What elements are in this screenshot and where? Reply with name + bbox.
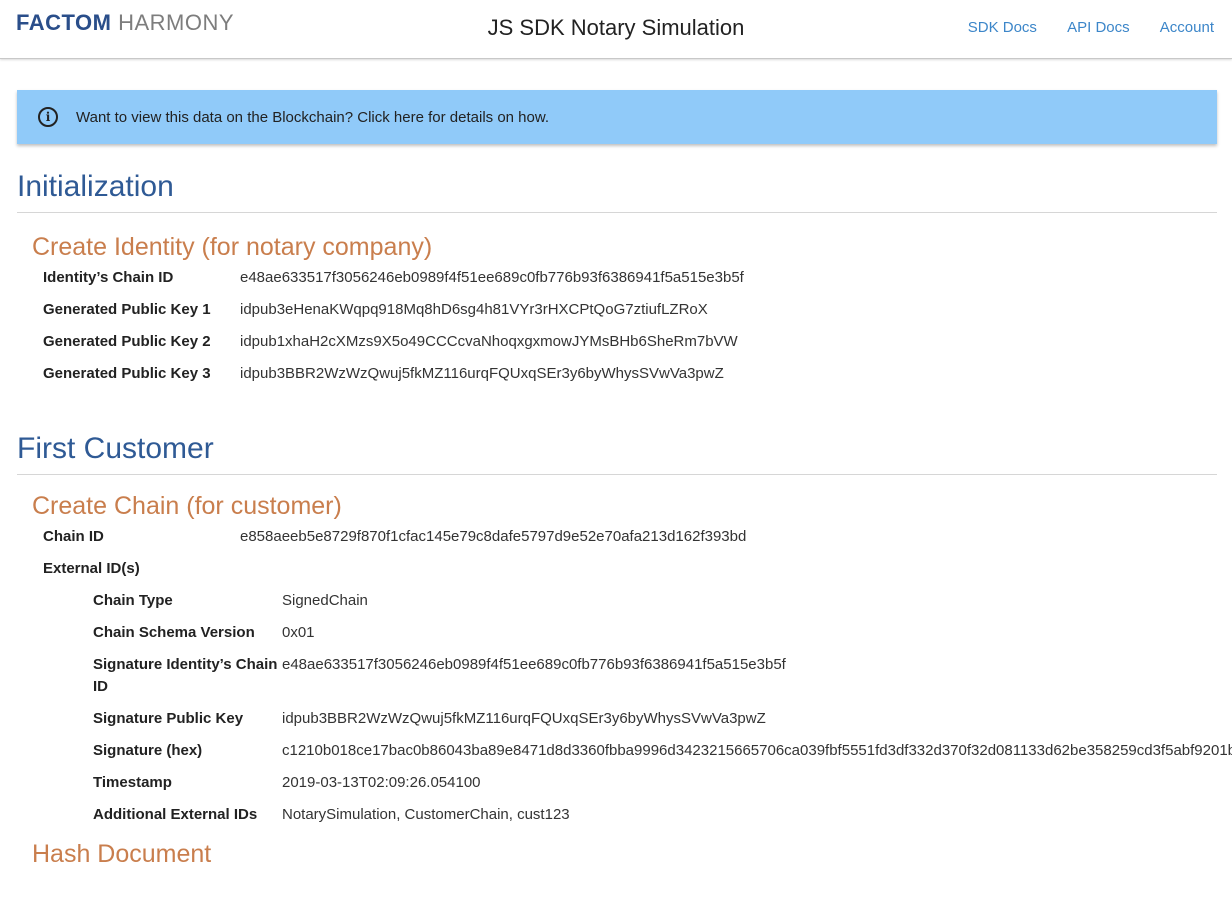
info-icon: i	[38, 107, 58, 127]
nav-link-api-docs[interactable]: API Docs	[1067, 19, 1130, 36]
row-label: Signature Public Key	[93, 710, 244, 727]
row-label: Generated Public Key 2	[43, 333, 211, 350]
row-label: Generated Public Key 3	[43, 365, 211, 382]
row-value: SignedChain	[282, 592, 368, 609]
row-value: e48ae633517f3056246eb0989f4f51ee689c0fb7…	[240, 269, 744, 286]
row-value: 0x01	[282, 624, 315, 641]
external-ids-header-row: External ID(s)	[17, 558, 1217, 580]
subsection-title-create-identity: Create Identity (for notary company)	[32, 233, 433, 261]
subsection-title-create-chain: Create Chain (for customer)	[32, 492, 342, 520]
row-label: Chain ID	[43, 528, 104, 545]
external-ids-list: Chain Type SignedChain Chain Schema Vers…	[17, 590, 1232, 826]
row-label: Chain Schema Version	[93, 624, 255, 641]
row-label: Signature Identity’s Chain ID	[93, 656, 278, 695]
external-id-row-additional: Additional External IDs NotarySimulation…	[17, 804, 1217, 826]
blockchain-info-banner[interactable]: i Want to view this data on the Blockcha…	[17, 90, 1217, 144]
external-id-row-signature-identity-chain-id: Signature Identity’s Chain ID e48ae63351…	[17, 654, 1217, 698]
row-value: idpub3BBR2WzWzQwuj5fkMZ116urqFQUxqSEr3y6…	[240, 365, 724, 382]
chain-id-row: Chain ID e858aeeb5e8729f870f1cfac145e79c…	[17, 526, 1217, 548]
row-value: NotarySimulation, CustomerChain, cust123	[282, 806, 570, 823]
public-key-3-row: Generated Public Key 3 idpub3BBR2WzWzQwu…	[17, 363, 1217, 385]
row-value: e858aeeb5e8729f870f1cfac145e79c8dafe5797…	[240, 528, 747, 545]
banner-text: Want to view this data on the Blockchain…	[76, 108, 550, 126]
row-label: Timestamp	[93, 774, 172, 791]
row-value: 2019-03-13T02:09:26.054100	[282, 774, 481, 791]
nav-link-sdk-docs[interactable]: SDK Docs	[968, 19, 1037, 36]
section-title-first-customer: First Customer	[17, 432, 1217, 475]
row-value: c1210b018ce17bac0b86043ba89e8471d8d3360f…	[282, 742, 1232, 759]
row-value: idpub1xhaH2cXMzs9X5o49CCCcvaNhoqxgxmowJY…	[240, 333, 738, 350]
subsection-title-hash-document: Hash Document	[32, 840, 212, 868]
row-value: idpub3BBR2WzWzQwuj5fkMZ116urqFQUxqSEr3y6…	[282, 710, 766, 727]
nav-link-account[interactable]: Account	[1160, 19, 1214, 36]
main-content: Initialization Create Identity (for nota…	[17, 170, 1232, 869]
external-id-row-timestamp: Timestamp 2019-03-13T02:09:26.054100	[17, 772, 1217, 794]
row-label: Generated Public Key 1	[43, 301, 211, 318]
row-value: e48ae633517f3056246eb0989f4f51ee689c0fb7…	[282, 656, 786, 673]
external-id-row-signature-hex: Signature (hex) c1210b018ce17bac0b86043b…	[17, 740, 1232, 762]
identity-chain-id-row: Identity’s Chain ID e48ae633517f3056246e…	[17, 267, 1217, 289]
nav-links: SDK Docs API Docs Account	[942, 19, 1214, 36]
public-key-1-row: Generated Public Key 1 idpub3eHenaKWqpq9…	[17, 299, 1217, 321]
external-id-row-signature-public-key: Signature Public Key idpub3BBR2WzWzQwuj5…	[17, 708, 1217, 730]
public-key-2-row: Generated Public Key 2 idpub1xhaH2cXMzs9…	[17, 331, 1217, 353]
row-label: Identity’s Chain ID	[43, 269, 174, 286]
row-label: Chain Type	[93, 592, 173, 609]
external-id-row-schema-version: Chain Schema Version 0x01	[17, 622, 1217, 644]
top-navbar: FACTOM HARMONY JS SDK Notary Simulation …	[0, 0, 1232, 59]
row-label: Additional External IDs	[93, 806, 258, 823]
row-value: idpub3eHenaKWqpq918Mq8hD6sg4h81VYr3rHXCP…	[240, 301, 708, 318]
row-label: External ID(s)	[43, 560, 140, 577]
external-id-row-chain-type: Chain Type SignedChain	[17, 590, 1217, 612]
row-label: Signature (hex)	[93, 742, 203, 759]
section-title-initialization: Initialization	[17, 170, 1217, 213]
